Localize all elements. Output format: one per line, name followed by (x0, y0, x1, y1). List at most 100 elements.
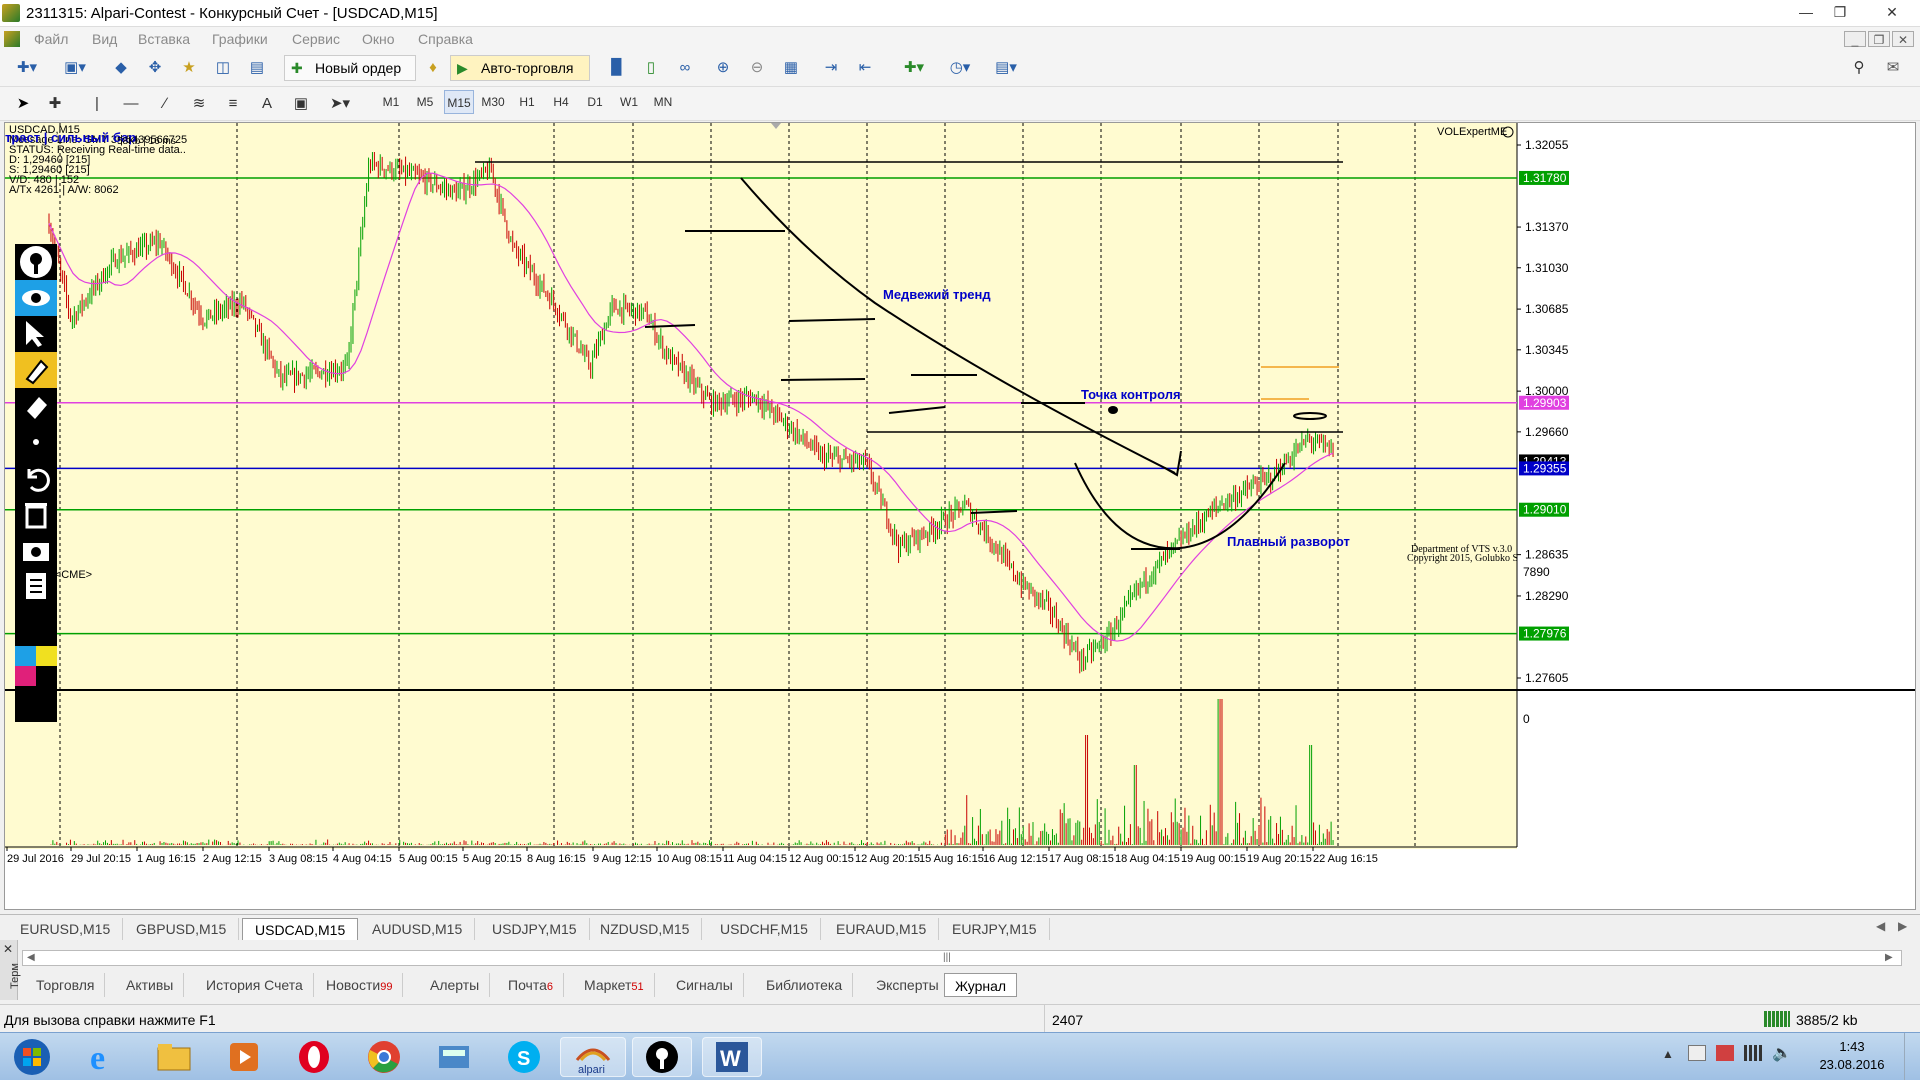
tab-usdcad[interactable]: USDCAD,M15 (242, 918, 359, 940)
skype-icon[interactable]: S (494, 1037, 554, 1077)
tray-security-icon[interactable] (1716, 1045, 1734, 1061)
timeframe-mn[interactable]: MN (648, 90, 678, 114)
data-window-icon[interactable]: ◫ (210, 55, 236, 81)
trendline-icon[interactable]: ∕ (152, 91, 178, 117)
tab-usdjpy[interactable]: USDJPY,M15 (480, 918, 590, 940)
scroll-left-icon[interactable]: ◀ (27, 952, 35, 963)
terminal-tab-9[interactable]: Эксперты (866, 973, 950, 997)
tab-eurjpy[interactable]: EURJPY,M15 (940, 918, 1050, 940)
fibonacci-icon[interactable]: ≡ (220, 91, 246, 117)
scroll-right-icon[interactable]: ▶ (1885, 952, 1893, 963)
color-yellow-swatch[interactable] (36, 646, 57, 666)
terminal-tab-10[interactable]: Журнал (944, 973, 1018, 997)
terminal-close-icon[interactable]: ✕ (3, 942, 13, 956)
metatrader-taskbar-button[interactable] (632, 1037, 692, 1077)
terminal-tab-7[interactable]: Сигналы (666, 973, 744, 997)
timeframe-h4[interactable]: H4 (546, 90, 576, 114)
menu-charts[interactable]: Графики (212, 31, 268, 47)
profiles-icon[interactable]: ▣▾ (56, 55, 94, 81)
color-cyan-swatch[interactable] (15, 646, 36, 666)
tray-signal-icon[interactable] (1744, 1045, 1762, 1061)
navigator-icon[interactable]: ✥ (142, 55, 168, 81)
auto-trading-button[interactable]: ▶ Авто-торговля (450, 55, 590, 81)
close-button[interactable]: ✕ (1878, 2, 1906, 22)
tile-windows-icon[interactable]: ▦ (778, 55, 804, 81)
terminal-tab-1[interactable]: Активы (116, 973, 185, 997)
auto-scroll-icon[interactable]: ⇥ (818, 55, 844, 81)
trash-icon[interactable] (15, 496, 57, 532)
eraser-icon[interactable] (15, 388, 57, 424)
select-arrow-icon[interactable] (15, 316, 57, 352)
zoom-in-icon[interactable]: ⊕ (710, 55, 736, 81)
terminal-scrollbar[interactable]: ◀ ||| ▶ (22, 950, 1902, 966)
mdi-close-button[interactable]: ✕ (1892, 31, 1914, 47)
terminal-tab-4[interactable]: Алерты (420, 973, 491, 997)
dot-icon[interactable] (15, 424, 57, 460)
text-tool-icon[interactable]: A (254, 91, 280, 117)
tab-euraud[interactable]: EURAUD,M15 (824, 918, 940, 940)
timeframe-w1[interactable]: W1 (614, 90, 644, 114)
terminal-tab-2[interactable]: История Счета (196, 973, 314, 997)
cursor-icon[interactable]: ➤ (10, 91, 36, 117)
menu-tools[interactable]: Сервис (292, 31, 340, 47)
menu-window[interactable]: Окно (362, 31, 395, 47)
tab-nzdusd[interactable]: NZDUSD,M15 (588, 918, 703, 940)
tab-scroll-left-icon[interactable]: ◀ (1876, 919, 1885, 933)
terminal-tab-6[interactable]: Маркет51 (574, 973, 655, 997)
crosshair-icon[interactable]: ✚ (42, 91, 68, 117)
mdi-restore-button[interactable]: ❐ (1868, 31, 1890, 47)
line-chart-icon[interactable]: ∞ (672, 55, 698, 81)
timeframe-h1[interactable]: H1 (512, 90, 542, 114)
tab-gbpusd[interactable]: GBPUSD,M15 (124, 918, 240, 940)
notes-icon[interactable] (15, 568, 57, 604)
word-taskbar-button[interactable]: W (702, 1037, 762, 1077)
market-watch-icon[interactable]: ◆ (108, 55, 134, 81)
file-explorer-icon[interactable] (144, 1037, 204, 1077)
chart-window[interactable]: Медвежий тренд Точка контроля Плавный разв… (4, 122, 1916, 910)
tab-audusd[interactable]: AUDUSD,M15 (360, 918, 476, 940)
terminal-tab-0[interactable]: Торговля (26, 973, 106, 997)
chat-icon[interactable]: ✉ (1880, 55, 1906, 81)
zoom-out-icon[interactable]: ⊖ (744, 55, 770, 81)
opera-icon[interactable] (284, 1037, 344, 1077)
tab-scroll-right-icon[interactable]: ▶ (1898, 919, 1907, 933)
windows-start-icon[interactable] (4, 1037, 60, 1077)
timeframe-m1[interactable]: M1 (376, 90, 406, 114)
meta-editor-icon[interactable]: ♦ (420, 55, 446, 81)
candlestick-icon[interactable]: ▯ (638, 55, 664, 81)
tab-usdchf[interactable]: USDCHF,M15 (708, 918, 821, 940)
media-player-icon[interactable] (214, 1037, 274, 1077)
pencil-icon[interactable] (15, 352, 57, 388)
favorites-icon[interactable]: ★ (176, 55, 202, 81)
tray-network-icon[interactable] (1688, 1045, 1706, 1061)
templates-icon[interactable]: ▤▾ (988, 55, 1024, 81)
new-order-button[interactable]: ✚ Новый ордер (284, 55, 416, 81)
terminal-tab-5[interactable]: Почта6 (498, 973, 565, 997)
bar-chart-icon[interactable]: ▉ (604, 55, 630, 81)
price-chart[interactable]: Медвежий тренд Точка контроля Плавный разв… (5, 123, 1915, 909)
control-panel-icon[interactable] (424, 1037, 484, 1077)
timeframe-m30[interactable]: M30 (478, 90, 508, 114)
periods-icon[interactable]: ◷▾ (942, 55, 978, 81)
terminal-tab-3[interactable]: Новости99 (316, 973, 404, 997)
menu-file[interactable]: Файл (34, 31, 68, 47)
camera-icon[interactable] (15, 532, 57, 568)
tray-volume-icon[interactable]: 🔈 (1772, 1043, 1792, 1063)
text-label-icon[interactable]: ▣ (288, 91, 314, 117)
new-chart-icon[interactable]: ✚▾ (8, 55, 46, 81)
chrome-icon[interactable] (354, 1037, 414, 1077)
timeframe-d1[interactable]: D1 (580, 90, 610, 114)
alpari-taskbar-button[interactable]: alpari (560, 1037, 626, 1077)
tray-arrow-icon[interactable]: ▲ (1662, 1047, 1674, 1061)
tab-eurusd[interactable]: EURUSD,M15 (8, 918, 124, 940)
search-icon[interactable]: ⚲ (1846, 55, 1872, 81)
indicators-icon[interactable]: ✚▾ (896, 55, 932, 81)
internet-explorer-icon[interactable]: e (74, 1037, 134, 1077)
channel-icon[interactable]: ≋ (186, 91, 212, 117)
menu-help[interactable]: Справка (418, 31, 473, 47)
undo-icon[interactable] (15, 460, 57, 496)
menu-insert[interactable]: Вставка (138, 31, 190, 47)
eye-icon[interactable] (15, 280, 57, 316)
color-magenta-swatch[interactable] (15, 666, 36, 686)
timeframe-m15[interactable]: M15 (444, 90, 474, 114)
